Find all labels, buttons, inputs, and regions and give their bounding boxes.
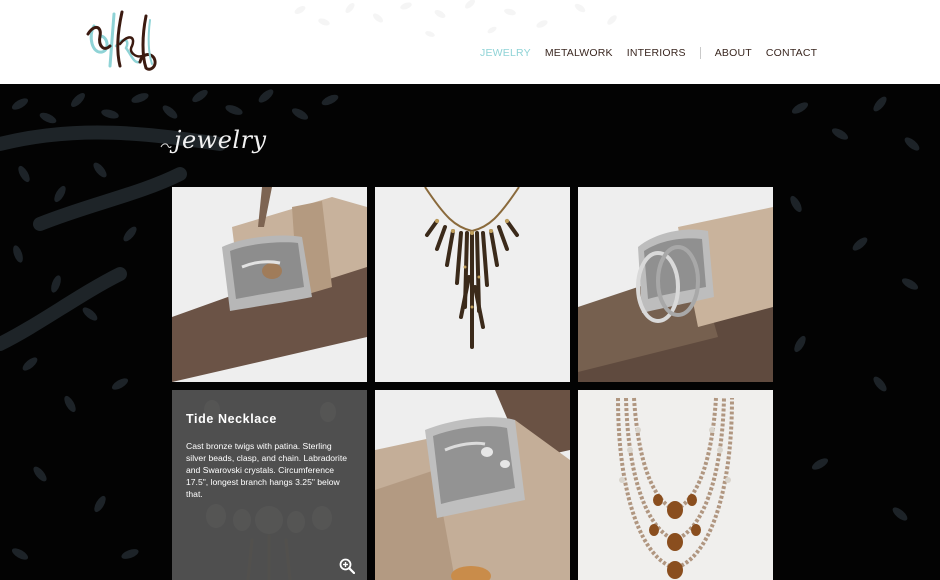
item-description: Cast bronze twigs with patina. Sterling … [186,441,347,499]
gallery-item[interactable] [375,187,570,382]
gallery-item[interactable] [172,187,367,382]
nav-divider [699,47,701,59]
main-nav: JEWELRY METALWORK INTERIORS ABOUT CONTAC… [480,46,817,60]
bracelet-photo [172,187,367,382]
nav-interiors[interactable]: INTERIORS [627,47,686,59]
gallery-item-tide-necklace[interactable]: Tide Necklace Cast bronze twigs with pat… [172,390,367,580]
gallery-item[interactable] [375,390,570,580]
gallery-item[interactable] [578,187,773,382]
nav-jewelry[interactable]: JEWELRY [480,47,531,59]
gallery-item[interactable] [578,390,773,580]
bracelet-photo [375,390,570,580]
gallery-section: jewelry Tide Necklace Cast bronze twigs … [0,84,940,580]
page-title-text: jewelry [174,126,267,154]
site-header: JEWELRY METALWORK INTERIORS ABOUT CONTAC… [0,0,940,84]
nav-about[interactable]: ABOUT [715,47,752,59]
zoom-in-icon[interactable] [339,558,355,574]
bracelet-photo [578,187,773,382]
nav-metalwork[interactable]: METALWORK [545,47,613,59]
page-title: jewelry [160,120,267,154]
necklace-photo [375,187,570,382]
swirl-icon [160,143,172,148]
leaf-pattern-decoration [294,0,617,37]
item-title: Tide Necklace [186,412,277,426]
necklace-photo [578,390,773,580]
item-caption-overlay: Tide Necklace Cast bronze twigs with pat… [172,390,367,580]
rkd-logo[interactable] [80,6,164,78]
nav-contact[interactable]: CONTACT [766,47,817,59]
